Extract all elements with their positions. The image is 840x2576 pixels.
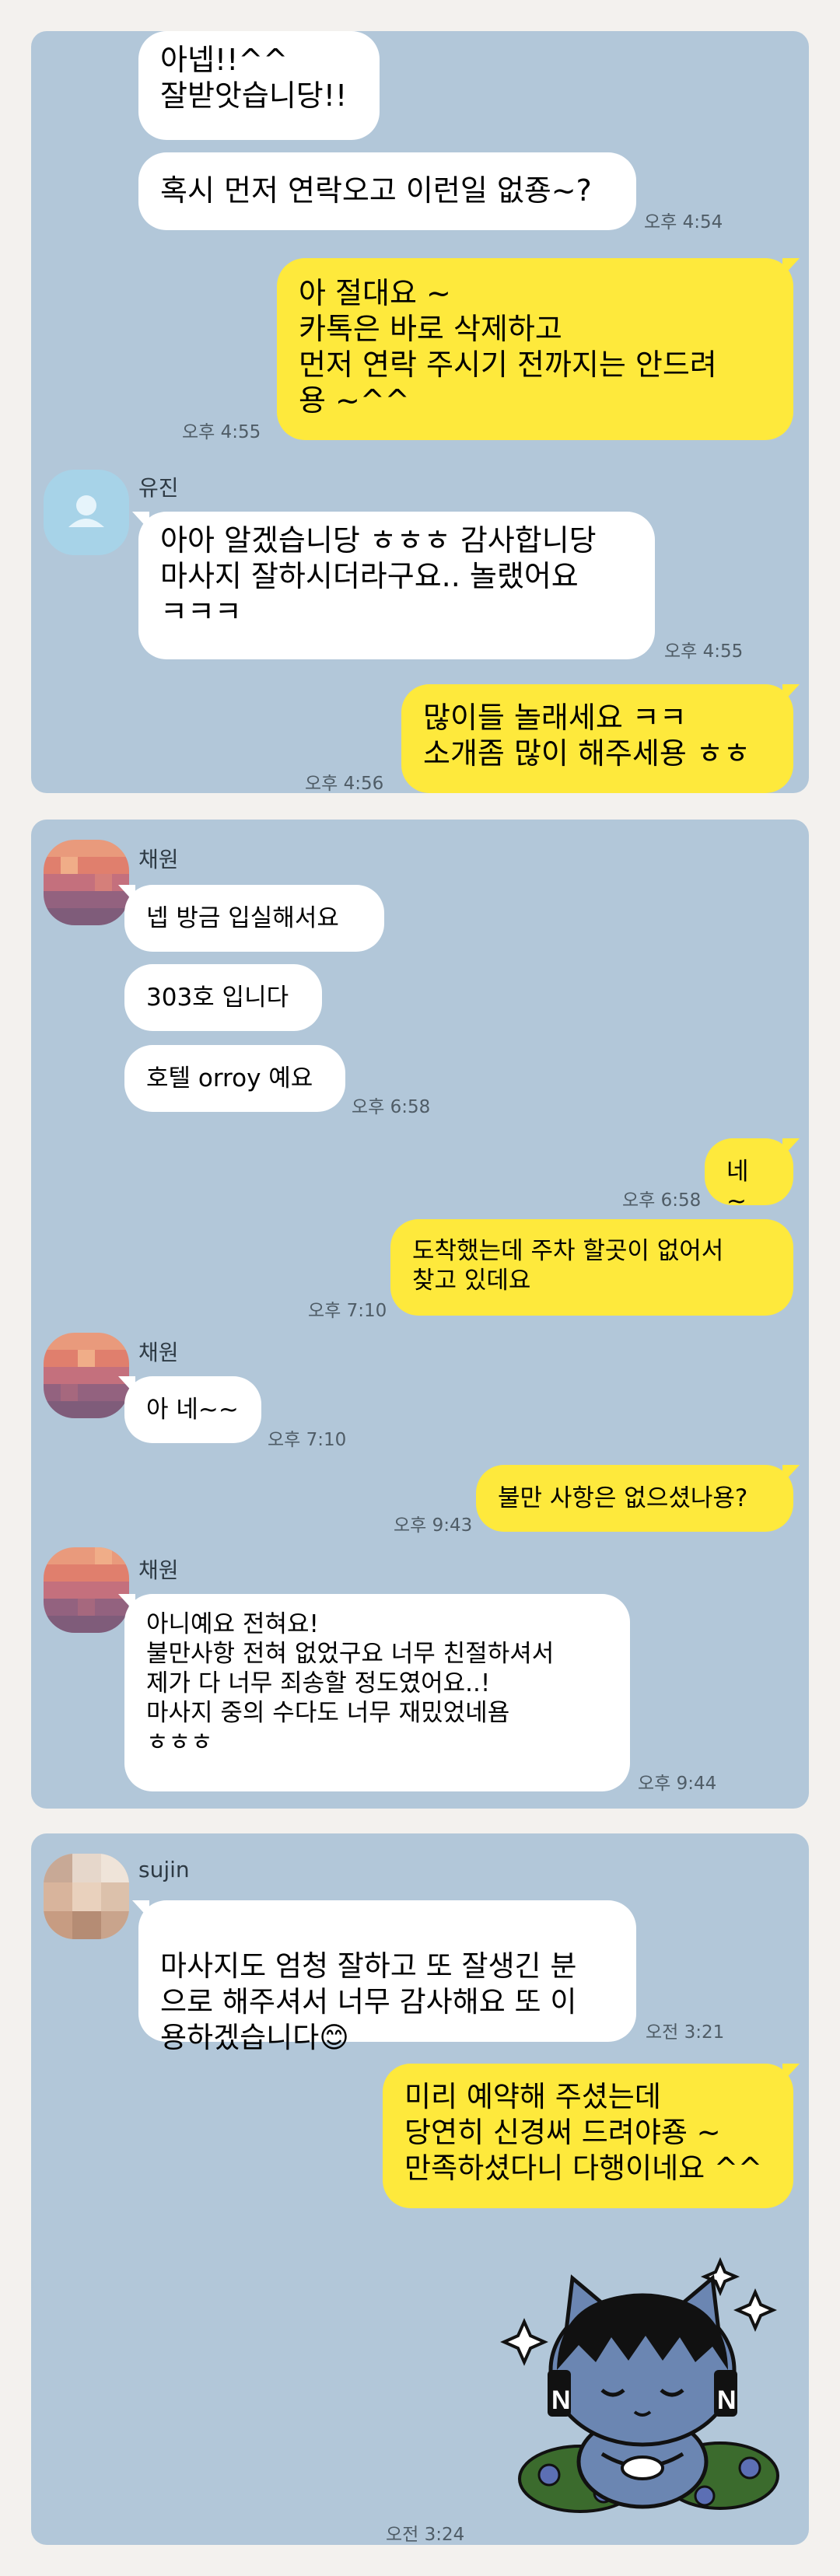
chat-panel-3: sujin 마사지도 엄청 잘하고 또 잘생긴 분 으로 해주셔서 너무 감사해… bbox=[31, 1833, 809, 2545]
svg-text:N: N bbox=[551, 2386, 571, 2415]
message-bubble[interactable]: 네 ~ bbox=[705, 1138, 800, 1215]
message-bubble[interactable]: 아아 알겠습니당 ㅎㅎㅎ 감사합니당 마사지 잘하시더라구요.. 놀랬어요 ㅋㅋ… bbox=[132, 512, 655, 659]
avatar[interactable] bbox=[44, 1333, 129, 1418]
sleeping-cat-sticker[interactable]: N N bbox=[487, 2246, 798, 2518]
avatar[interactable] bbox=[44, 470, 129, 555]
chat-panel-2: 채원 넵 방금 입실해서요 303호 입니다 호텔 orroy 예요 오후 6:… bbox=[31, 820, 809, 1809]
message-bubble[interactable]: 도착했는데 주차 할곳이 없어서 찾고 있데요 bbox=[390, 1219, 793, 1316]
message-timestamp: 오후 9:43 bbox=[394, 1515, 473, 1536]
blurred-profile-icon bbox=[44, 840, 129, 925]
message-text: 마사지도 엄청 잘하고 또 잘생긴 분 으로 해주셔서 너무 감사해요 또 이 … bbox=[160, 1949, 577, 2054]
message-bubble[interactable]: 아 절대요 ~ 카톡은 바로 삭제하고 먼저 연락 주시기 전까지는 안드려 용… bbox=[277, 258, 800, 440]
blurred-profile-icon bbox=[44, 1547, 129, 1633]
sender-name: 유진 bbox=[138, 475, 179, 501]
message-timestamp: 오후 4:54 bbox=[644, 212, 723, 232]
message-timestamp: 오전 3:24 bbox=[386, 2525, 465, 2545]
message-timestamp: 오후 9:44 bbox=[638, 1774, 717, 1794]
person-icon bbox=[68, 495, 104, 527]
message-bubble[interactable]: 아니예요 전혀요! 불만사항 전혀 없었구요 너무 친절하셔서 제가 다 너무 … bbox=[118, 1594, 630, 1791]
sender-name: sujin bbox=[138, 1857, 190, 1882]
sender-name: 채원 bbox=[138, 847, 179, 872]
message-timestamp: 오후 4:55 bbox=[664, 641, 744, 662]
message-bubble[interactable]: 넵 방금 입실해서요 bbox=[118, 885, 384, 952]
sender-name: 채원 bbox=[138, 1340, 179, 1365]
message-bubble[interactable]: 미리 예약해 주셨는데 당연히 신경써 드려야죵 ~ 만족하셨다니 다행이네요 … bbox=[383, 2064, 800, 2208]
avatar[interactable] bbox=[44, 1854, 129, 1939]
message-bubble[interactable]: 혹시 먼저 연락오고 이런일 없죵~? bbox=[138, 152, 636, 230]
chat-panel-1: 아넵!!^^ 잘받앗습니당!! 혹시 먼저 연락오고 이런일 없죵~? 오후 4… bbox=[31, 31, 809, 793]
sender-name: 채원 bbox=[138, 1557, 179, 1583]
avatar[interactable] bbox=[44, 840, 129, 925]
avatar[interactable] bbox=[44, 1547, 129, 1633]
message-timestamp: 오전 3:21 bbox=[646, 2022, 725, 2043]
message-bubble[interactable]: 불만 사항은 없으셨나용? bbox=[476, 1465, 800, 1532]
message-bubble[interactable]: 아넵!!^^ 잘받앗습니당!! bbox=[138, 31, 380, 140]
message-bubble[interactable]: 호텔 orroy 예요 bbox=[124, 1045, 345, 1112]
blurred-profile-icon bbox=[44, 1333, 129, 1418]
sleeping-cat-icon: N N bbox=[500, 2256, 779, 2513]
svg-text:N: N bbox=[717, 2386, 737, 2415]
message-timestamp: 오후 4:55 bbox=[182, 422, 261, 442]
message-bubble[interactable]: 303호 입니다 bbox=[124, 964, 322, 1031]
message-bubble[interactable]: 아 네~~ bbox=[118, 1376, 261, 1443]
message-timestamp: 오후 7:10 bbox=[308, 1301, 387, 1321]
message-bubble[interactable]: 많이들 놀래세요 ㅋㅋ 소개좀 많이 해주세용 ㅎㅎ bbox=[401, 684, 800, 793]
message-timestamp: 오후 6:58 bbox=[622, 1190, 702, 1211]
message-timestamp: 오후 7:10 bbox=[268, 1430, 347, 1450]
message-bubble[interactable]: 마사지도 엄청 잘하고 또 잘생긴 분 으로 해주셔서 너무 감사해요 또 이 … bbox=[132, 1900, 636, 2054]
smile-emoji-icon: 😊 bbox=[319, 2021, 349, 2054]
message-timestamp: 오후 6:58 bbox=[352, 1097, 431, 1117]
message-timestamp: 오후 4:56 bbox=[305, 774, 384, 793]
blurred-profile-icon bbox=[44, 1854, 129, 1939]
